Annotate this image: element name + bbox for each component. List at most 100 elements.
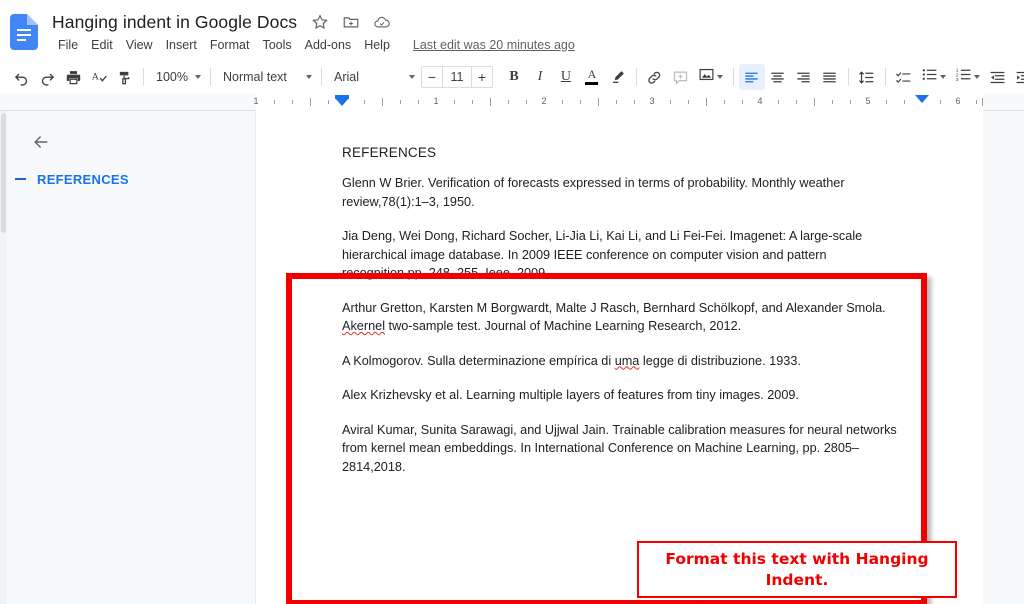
- paragraph-style-value: Normal text: [222, 70, 287, 84]
- menu-item-add-ons[interactable]: Add-ons: [299, 36, 358, 54]
- app-header: Hanging indent in Google Docs File Edit …: [0, 0, 1024, 60]
- right-indent-marker[interactable]: [915, 95, 929, 103]
- left-edge-scrollbar[interactable]: [0, 111, 7, 604]
- ruler-number: 5: [865, 96, 871, 106]
- ruler-number: 6: [955, 96, 961, 106]
- scrollbar-thumb[interactable]: [1, 113, 6, 233]
- misspelled-word[interactable]: Akernel: [342, 319, 385, 333]
- font-family-dropdown[interactable]: Arial: [327, 64, 419, 90]
- outline-item-references[interactable]: REFERENCES: [7, 166, 256, 192]
- page-right-gutter: [983, 111, 1024, 604]
- page-heading-references: REFERENCES: [342, 145, 437, 160]
- toolbar-divider: [635, 68, 637, 86]
- back-arrow-icon[interactable]: [29, 130, 53, 154]
- font-size-stepper[interactable]: − 11 +: [420, 66, 493, 88]
- redo-icon[interactable]: [34, 64, 60, 90]
- font-size-input[interactable]: 11: [441, 67, 472, 87]
- chevron-down-icon: [194, 75, 201, 79]
- reference-text: Glenn W Brier. Verification of forecasts…: [342, 176, 845, 209]
- italic-button[interactable]: I: [527, 64, 553, 90]
- ruler-number: 1: [433, 96, 439, 106]
- formatting-toolbar: A 100% Normal text Arial − 11 + B I U A …: [0, 60, 1024, 94]
- chevron-down-icon: [973, 75, 980, 79]
- align-center-icon[interactable]: [765, 64, 791, 90]
- reference-text: A Kolmogorov. Sulla determinazione empír…: [342, 353, 615, 368]
- menu-item-tools[interactable]: Tools: [256, 36, 297, 54]
- print-icon[interactable]: [60, 64, 86, 90]
- ruler-number: 4: [757, 96, 763, 106]
- spelling-check-icon[interactable]: A: [86, 64, 112, 90]
- menu-item-help[interactable]: Help: [358, 36, 396, 54]
- bold-button[interactable]: B: [501, 64, 527, 90]
- google-docs-window: Hanging indent in Google Docs File Edit …: [0, 0, 1024, 604]
- numbered-list-icon: 123: [955, 66, 972, 88]
- insert-link-icon[interactable]: [642, 64, 668, 90]
- svg-text:A: A: [91, 71, 99, 82]
- toolbar-divider: [847, 68, 849, 86]
- underline-label: U: [560, 69, 572, 84]
- menu-item-format[interactable]: Format: [204, 36, 256, 54]
- paragraph-style-dropdown[interactable]: Normal text: [216, 64, 316, 90]
- document-title[interactable]: Hanging indent in Google Docs: [52, 12, 297, 33]
- docs-file-icon[interactable]: [10, 14, 38, 50]
- increase-indent-icon[interactable]: [1011, 64, 1024, 90]
- annotation-callout-box: Format this text with Hanging Indent.: [637, 541, 957, 598]
- bulleted-list-icon: [921, 66, 938, 88]
- bulleted-list-dropdown[interactable]: [917, 64, 951, 90]
- menu-item-view[interactable]: View: [120, 36, 159, 54]
- reference-entry[interactable]: A Kolmogorov. Sulla determinazione empír…: [342, 352, 912, 371]
- font-size-increase-button[interactable]: +: [472, 67, 492, 87]
- ruler-number: 3: [649, 96, 655, 106]
- document-outline-panel: REFERENCES: [7, 111, 256, 604]
- menu-bar: File Edit View Insert Format Tools Add-o…: [52, 35, 575, 55]
- menu-item-insert[interactable]: Insert: [160, 36, 203, 54]
- align-justify-icon[interactable]: [817, 64, 843, 90]
- references-list: Glenn W Brier. Verification of forecasts…: [342, 174, 912, 476]
- paint-format-icon[interactable]: [112, 64, 138, 90]
- chevron-down-icon: [939, 75, 946, 79]
- reference-entry[interactable]: Alex Krizhevsky et al. Learning multiple…: [342, 386, 912, 405]
- misspelled-word[interactable]: uma: [615, 354, 640, 368]
- reference-entry[interactable]: Arthur Gretton, Karsten M Borgwardt, Mal…: [342, 299, 912, 336]
- highlight-pen-icon[interactable]: [605, 64, 631, 90]
- decrease-indent-icon[interactable]: [985, 64, 1011, 90]
- reference-entry[interactable]: Glenn W Brier. Verification of forecasts…: [342, 174, 912, 211]
- menu-item-edit[interactable]: Edit: [85, 36, 119, 54]
- add-comment-icon[interactable]: [668, 64, 694, 90]
- align-right-icon[interactable]: [791, 64, 817, 90]
- align-left-icon[interactable]: [738, 64, 765, 90]
- document-page[interactable]: REFERENCES Glenn W Brier. Verification o…: [256, 111, 983, 604]
- title-action-icons: [311, 13, 391, 31]
- ruler-number: 1: [253, 96, 259, 106]
- chevron-down-icon: [408, 75, 415, 79]
- annotation-callout-text: Format this text with Hanging Indent.: [665, 549, 929, 589]
- undo-icon[interactable]: [8, 64, 34, 90]
- reference-entry[interactable]: Aviral Kumar, Sunita Sarawagi, and Ujjwa…: [342, 421, 912, 477]
- insert-image-dropdown[interactable]: [694, 64, 728, 90]
- zoom-value: 100%: [156, 70, 188, 84]
- collapse-dash-icon[interactable]: [15, 178, 26, 180]
- numbered-list-dropdown[interactable]: 123: [951, 64, 985, 90]
- reference-entry[interactable]: Jia Deng, Wei Dong, Richard Socher, Li-J…: [342, 227, 912, 283]
- bold-label: B: [509, 69, 519, 84]
- text-color-button[interactable]: A: [579, 64, 605, 90]
- font-size-decrease-button[interactable]: −: [422, 67, 442, 87]
- zoom-dropdown[interactable]: 100%: [149, 64, 205, 90]
- reference-text: Aviral Kumar, Sunita Sarawagi, and Ujjwa…: [342, 422, 897, 474]
- move-to-folder-icon[interactable]: [342, 13, 360, 31]
- text-color-label: A: [587, 67, 597, 81]
- cloud-saved-icon[interactable]: [373, 13, 391, 31]
- underline-button[interactable]: U: [553, 64, 579, 90]
- star-icon[interactable]: [311, 13, 329, 31]
- last-edit-status[interactable]: Last edit was 20 minutes ago: [413, 38, 575, 52]
- checklist-icon[interactable]: [891, 64, 917, 90]
- text-color-swatch: [585, 82, 599, 85]
- line-spacing-icon[interactable]: [854, 64, 880, 90]
- outline-item-label: REFERENCES: [37, 171, 129, 187]
- toolbar-divider: [143, 68, 144, 86]
- toolbar-divider: [732, 68, 734, 86]
- left-indent-marker[interactable]: [335, 98, 349, 106]
- horizontal-ruler[interactable]: 1 1 2 3 4 5 6: [0, 94, 1024, 111]
- menu-item-file[interactable]: File: [52, 36, 84, 54]
- reference-text: Jia Deng, Wei Dong, Richard Socher, Li-J…: [342, 229, 863, 280]
